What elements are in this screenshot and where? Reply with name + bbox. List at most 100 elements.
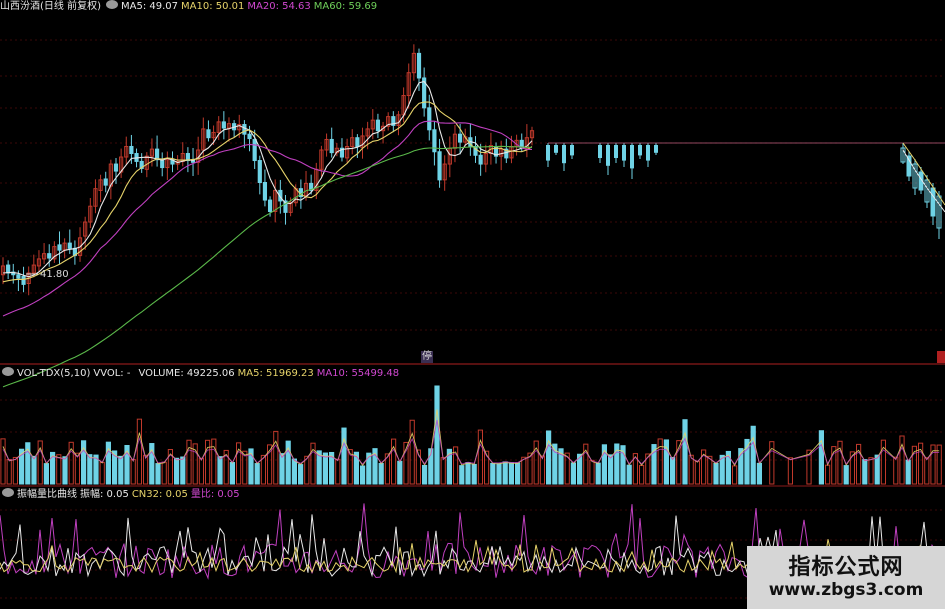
settings-circle-icon[interactable]: [2, 367, 14, 376]
volume-bar: [155, 463, 161, 485]
candle-body: [329, 138, 334, 154]
volume-bar: [273, 430, 279, 485]
ma10-value: MA10: 50.01: [181, 1, 245, 12]
candle-body: [630, 145, 634, 169]
ratio-value: 量比: 0.05: [190, 489, 240, 500]
volume-bar: [229, 462, 236, 485]
ma60-line: [2, 145, 533, 388]
candle-body: [154, 148, 160, 161]
volume-bar: [397, 460, 403, 485]
watermark: 指标公式网 www.zbgs3.com: [747, 546, 945, 609]
candle-body: [267, 199, 273, 212]
volume-bar: [515, 462, 521, 485]
ma20-line: [2, 120, 532, 317]
volume-bar: [670, 457, 676, 485]
volume-bar: [62, 456, 68, 485]
candle-body: [478, 154, 483, 165]
volume-bar: [459, 465, 465, 485]
volume-bar: [924, 457, 930, 485]
amplitude-legend: 振幅量比曲线 振幅: 0.05 CN32: 0.05 量比: 0.05: [0, 488, 243, 502]
candle-body: [416, 52, 422, 79]
candle-body: [646, 145, 650, 161]
volume-bar: [180, 456, 186, 485]
candle-body: [67, 242, 72, 249]
candle-body: [242, 124, 247, 135]
volume-bar: [477, 429, 483, 485]
volume-bar: [298, 464, 304, 485]
volume-bar: [74, 452, 81, 485]
volume-bar: [874, 454, 880, 485]
watermark-title: 指标公式网: [788, 554, 904, 580]
candle-body: [355, 137, 360, 147]
candle-body: [247, 133, 252, 140]
volume-bar: [694, 460, 700, 485]
edge-marker: [937, 351, 945, 363]
volume-legend: VOL-TDX(5,10) VVOL: - VOLUME: 49225.06 M…: [0, 367, 402, 381]
candle-body: [21, 275, 26, 285]
candle-body: [47, 253, 52, 259]
volume-bar: [335, 458, 341, 485]
candle-body: [606, 145, 610, 166]
volume-bar: [341, 427, 347, 485]
volume-bar: [657, 438, 663, 485]
volume-bar: [0, 438, 6, 485]
candle-body: [570, 145, 574, 156]
volume-bar: [570, 462, 576, 485]
chart-canvas[interactable]: [0, 0, 945, 609]
settings-circle-icon[interactable]: [2, 488, 14, 497]
candle-body: [654, 145, 658, 153]
volume-bar: [378, 463, 384, 485]
volume-bar: [56, 454, 62, 485]
volume-bar: [12, 456, 18, 485]
volume-bar: [626, 464, 632, 485]
volume-bar: [130, 459, 136, 485]
candle-body: [113, 163, 119, 172]
candle-body: [262, 182, 268, 201]
volume-bar: [589, 459, 595, 485]
candle-body: [598, 145, 602, 158]
settings-circle-icon[interactable]: [105, 0, 118, 9]
volume-bar: [136, 418, 143, 485]
volume-bar: [502, 461, 508, 485]
volume-bar: [893, 456, 899, 485]
vol-title: VOL-TDX(5,10): [17, 368, 91, 379]
volume-bar: [818, 430, 824, 485]
volume-bar: [440, 457, 446, 485]
volume-bar: [732, 465, 738, 485]
candle-body: [375, 119, 381, 132]
volume-bar: [186, 439, 192, 485]
candle-body: [638, 145, 642, 156]
volume-bar: [546, 430, 552, 485]
candle-body: [129, 145, 134, 155]
price-low-label: 41.80: [40, 269, 69, 280]
volume-bar: [490, 462, 496, 485]
candle-body: [252, 138, 257, 162]
watermark-url: www.zbgs3.com: [768, 579, 924, 600]
volume-bar: [750, 425, 756, 485]
volume-bar: [787, 457, 793, 485]
main-legend: 山西汾酒(日线 前复权) MA5: 49.07 MA10: 50.01 MA20…: [0, 0, 380, 14]
volume-bar: [43, 463, 49, 485]
volume-bar: [174, 457, 180, 485]
volume-bar: [217, 456, 223, 485]
volume-bar: [322, 452, 328, 485]
vvol-value: VVOL: -: [93, 368, 131, 379]
volume-bar: [6, 458, 12, 485]
volume-bar: [663, 439, 669, 485]
candle-body: [614, 145, 618, 158]
volume-bar: [211, 438, 217, 485]
candle-body: [103, 178, 108, 186]
candle-body: [458, 133, 463, 143]
volume-bar: [87, 454, 93, 485]
candle-body: [427, 107, 432, 131]
volume-bar: [713, 462, 719, 485]
volume-bar: [291, 458, 297, 485]
volume-bar: [905, 459, 911, 485]
amp-value: 振幅: 0.05: [80, 489, 129, 500]
candle-body: [6, 264, 11, 274]
volume-bar: [639, 465, 645, 485]
volume-bar: [862, 459, 868, 485]
ma20-value: MA20: 54.63: [247, 1, 311, 12]
volume-bar: [99, 461, 105, 485]
volume-bar: [508, 462, 514, 485]
